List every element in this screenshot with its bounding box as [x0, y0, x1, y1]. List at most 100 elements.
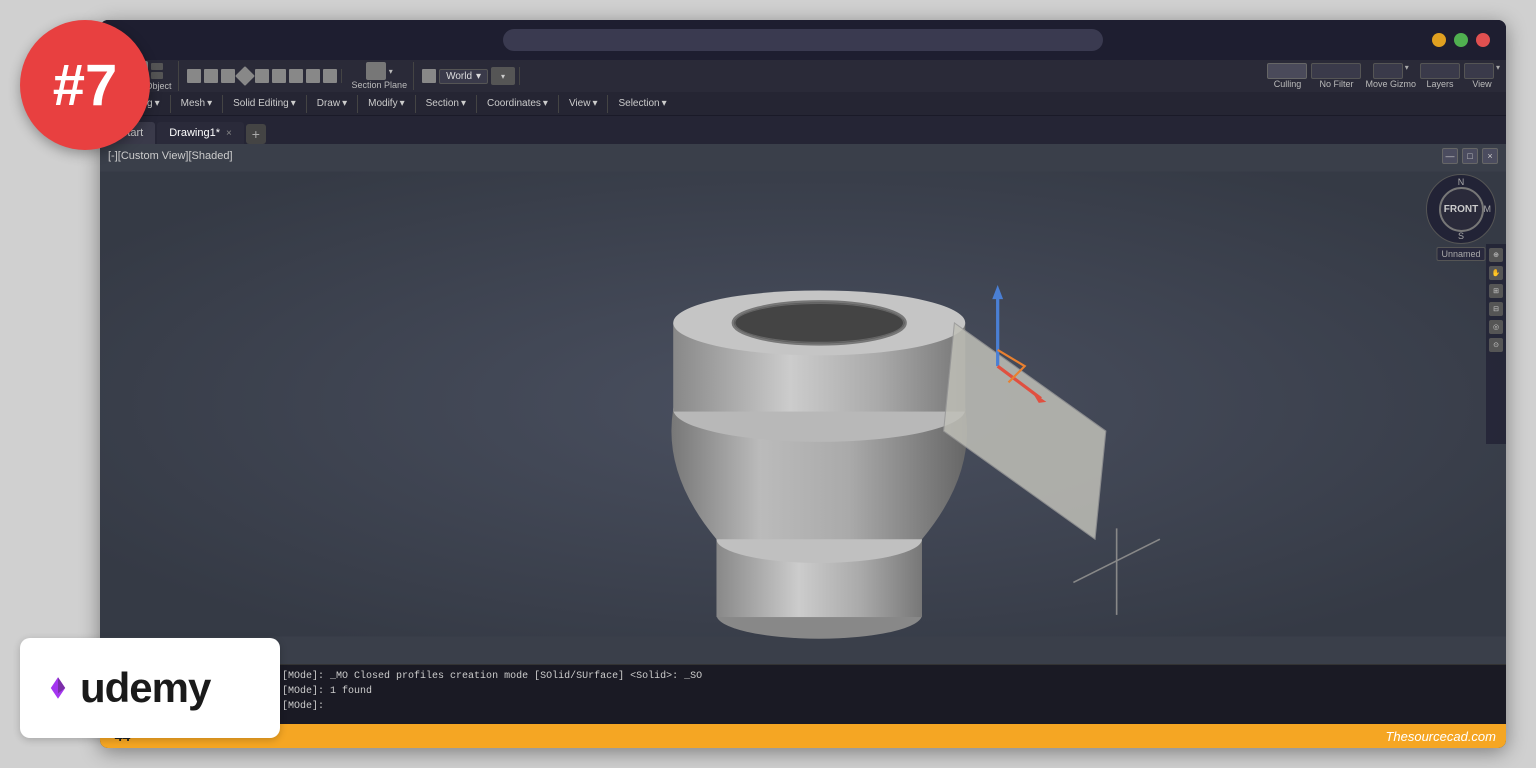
- culling-label: Culling: [1274, 79, 1302, 89]
- modify-menu[interactable]: Modify ▾: [362, 96, 410, 111]
- tool-icon-5[interactable]: [255, 69, 269, 83]
- view-right-btn[interactable]: [1464, 63, 1494, 79]
- move-gizmo-group: ▾ Move Gizmo: [1365, 63, 1416, 89]
- view-label: View: [569, 98, 591, 109]
- viewport-restore[interactable]: □: [1462, 148, 1478, 164]
- sep3: [306, 95, 307, 113]
- compass-front-text: FRONT: [1444, 204, 1478, 215]
- tool-icon-8[interactable]: [306, 69, 320, 83]
- tool-icon-3[interactable]: [221, 69, 235, 83]
- close-button[interactable]: [1476, 33, 1490, 47]
- section-plane-group: ▾ Section Plane: [346, 62, 415, 90]
- tool-icon-4[interactable]: [235, 66, 255, 86]
- world-arrow: ▾: [476, 71, 481, 82]
- right-panel: ⊕ ✋ ⊞ ⊟ ◎ ⊙: [1486, 244, 1506, 444]
- section-menu[interactable]: Section ▾: [420, 96, 472, 111]
- sep4: [357, 95, 358, 113]
- coordinates-arrow: ▾: [543, 98, 548, 109]
- compass-n: N: [1458, 177, 1465, 187]
- compass-front-label: FRONT: [1439, 187, 1484, 232]
- coordinates-menu[interactable]: Coordinates ▾: [481, 96, 554, 111]
- maximize-button[interactable]: [1454, 33, 1468, 47]
- sep6: [476, 95, 477, 113]
- world-btn2[interactable]: ▾: [491, 67, 515, 85]
- cad-window: Smooth Object ▾ Section Plane: [100, 20, 1506, 748]
- tool-icon-2[interactable]: [204, 69, 218, 83]
- culling-group: Culling: [1267, 63, 1307, 89]
- modeling-arrow: ▾: [155, 98, 160, 109]
- rp-btn-2[interactable]: ✋: [1489, 266, 1503, 280]
- watermark: Thesourcecad.com: [1385, 729, 1496, 744]
- command-line: Select objects to extrude or [MOde]: _MO…: [100, 664, 1506, 724]
- selection-label: Selection: [618, 98, 659, 109]
- view-right-arrow: ▾: [1496, 63, 1500, 79]
- no-filter-label: No Filter: [1319, 79, 1353, 89]
- tool-icon-9[interactable]: [323, 69, 337, 83]
- modify-label: Modify: [368, 98, 397, 109]
- compass-m: M: [1484, 204, 1492, 214]
- cad-viewport-wrapper: [-][Custom View][Shaded] — □ ×: [100, 144, 1506, 748]
- rp-btn-6[interactable]: ⊙: [1489, 338, 1503, 352]
- tab-bar: Start Drawing1* × +: [100, 116, 1506, 144]
- solid-editing-menu[interactable]: Solid Editing ▾: [227, 96, 302, 111]
- right-tools: Culling No Filter ▾ Move Gizmo Layers: [1267, 63, 1500, 89]
- world-icon: [422, 69, 436, 83]
- rp-btn-1[interactable]: ⊕: [1489, 248, 1503, 262]
- command-line-text3: Select objects to extrude or [MOde]:: [108, 699, 1498, 714]
- rp-btn-4[interactable]: ⊟: [1489, 302, 1503, 316]
- tool-icon-7[interactable]: [289, 69, 303, 83]
- compass-unnamed-label: Unnamed: [1436, 247, 1485, 261]
- culling-btn[interactable]: [1267, 63, 1307, 79]
- sep1: [170, 95, 171, 113]
- draw-arrow: ▾: [342, 98, 347, 109]
- minimize-button[interactable]: [1432, 33, 1446, 47]
- 3d-viewport-svg: [100, 144, 1506, 664]
- selection-menu[interactable]: Selection ▾: [612, 96, 672, 111]
- solid-editing-label: Solid Editing: [233, 98, 289, 109]
- tab-drawing[interactable]: Drawing1* ×: [157, 122, 244, 144]
- tab-add-label: +: [252, 126, 260, 142]
- coordinates-label: Coordinates: [487, 98, 541, 109]
- mesh-menu[interactable]: Mesh ▾: [175, 96, 218, 111]
- tool-icon-6[interactable]: [272, 69, 286, 83]
- viewport-close[interactable]: ×: [1482, 148, 1498, 164]
- layers-btn[interactable]: [1420, 63, 1460, 79]
- udemy-icon: [40, 670, 76, 706]
- title-bar-search[interactable]: [503, 29, 1103, 51]
- viewport[interactable]: [-][Custom View][Shaded] — □ ×: [100, 144, 1506, 664]
- title-bar-controls: [1432, 33, 1490, 47]
- layers-label: Layers: [1426, 79, 1453, 89]
- sep7: [558, 95, 559, 113]
- mesh-arrow: ▾: [207, 98, 212, 109]
- layers-group: Layers: [1420, 63, 1460, 89]
- ribbon-row2: Modeling ▾ Mesh ▾ Solid Editing ▾ Draw ▾…: [100, 92, 1506, 116]
- section-plane-label: Section Plane: [352, 80, 408, 90]
- title-bar: [100, 20, 1506, 60]
- rp-btn-3[interactable]: ⊞: [1489, 284, 1503, 298]
- udemy-logo: udemy: [20, 638, 280, 738]
- tab-drawing-close[interactable]: ×: [226, 128, 232, 139]
- udemy-text: udemy: [80, 664, 210, 712]
- move-gizmo-btn[interactable]: [1373, 63, 1403, 79]
- command-line-text1: Select objects to extrude or [MOde]: _MO…: [108, 669, 1498, 684]
- command-line-text2: Select objects to extrude or [MOde]: 1 f…: [108, 684, 1498, 699]
- section-label: Section: [426, 98, 459, 109]
- sep2: [222, 95, 223, 113]
- view-right-label: View: [1472, 79, 1491, 89]
- world-dropdown-group: World ▾ ▾: [418, 67, 520, 85]
- ribbon-row1: Smooth Object ▾ Section Plane: [100, 60, 1506, 92]
- view-arrow: ▾: [592, 98, 597, 109]
- solid-editing-arrow: ▾: [291, 98, 296, 109]
- toolbar-icons: [183, 69, 342, 83]
- world-dropdown[interactable]: World ▾: [439, 69, 488, 84]
- move-gizmo-arrow: ▾: [1405, 63, 1409, 79]
- tab-add-button[interactable]: +: [246, 124, 266, 144]
- view-menu[interactable]: View ▾: [563, 96, 604, 111]
- draw-menu[interactable]: Draw ▾: [311, 96, 353, 111]
- sep8: [607, 95, 608, 113]
- viewport-minimize[interactable]: —: [1442, 148, 1458, 164]
- rp-btn-5[interactable]: ◎: [1489, 320, 1503, 334]
- no-filter-btn[interactable]: [1311, 63, 1361, 79]
- tool-icon-1[interactable]: [187, 69, 201, 83]
- section-arrow: ▾: [461, 98, 466, 109]
